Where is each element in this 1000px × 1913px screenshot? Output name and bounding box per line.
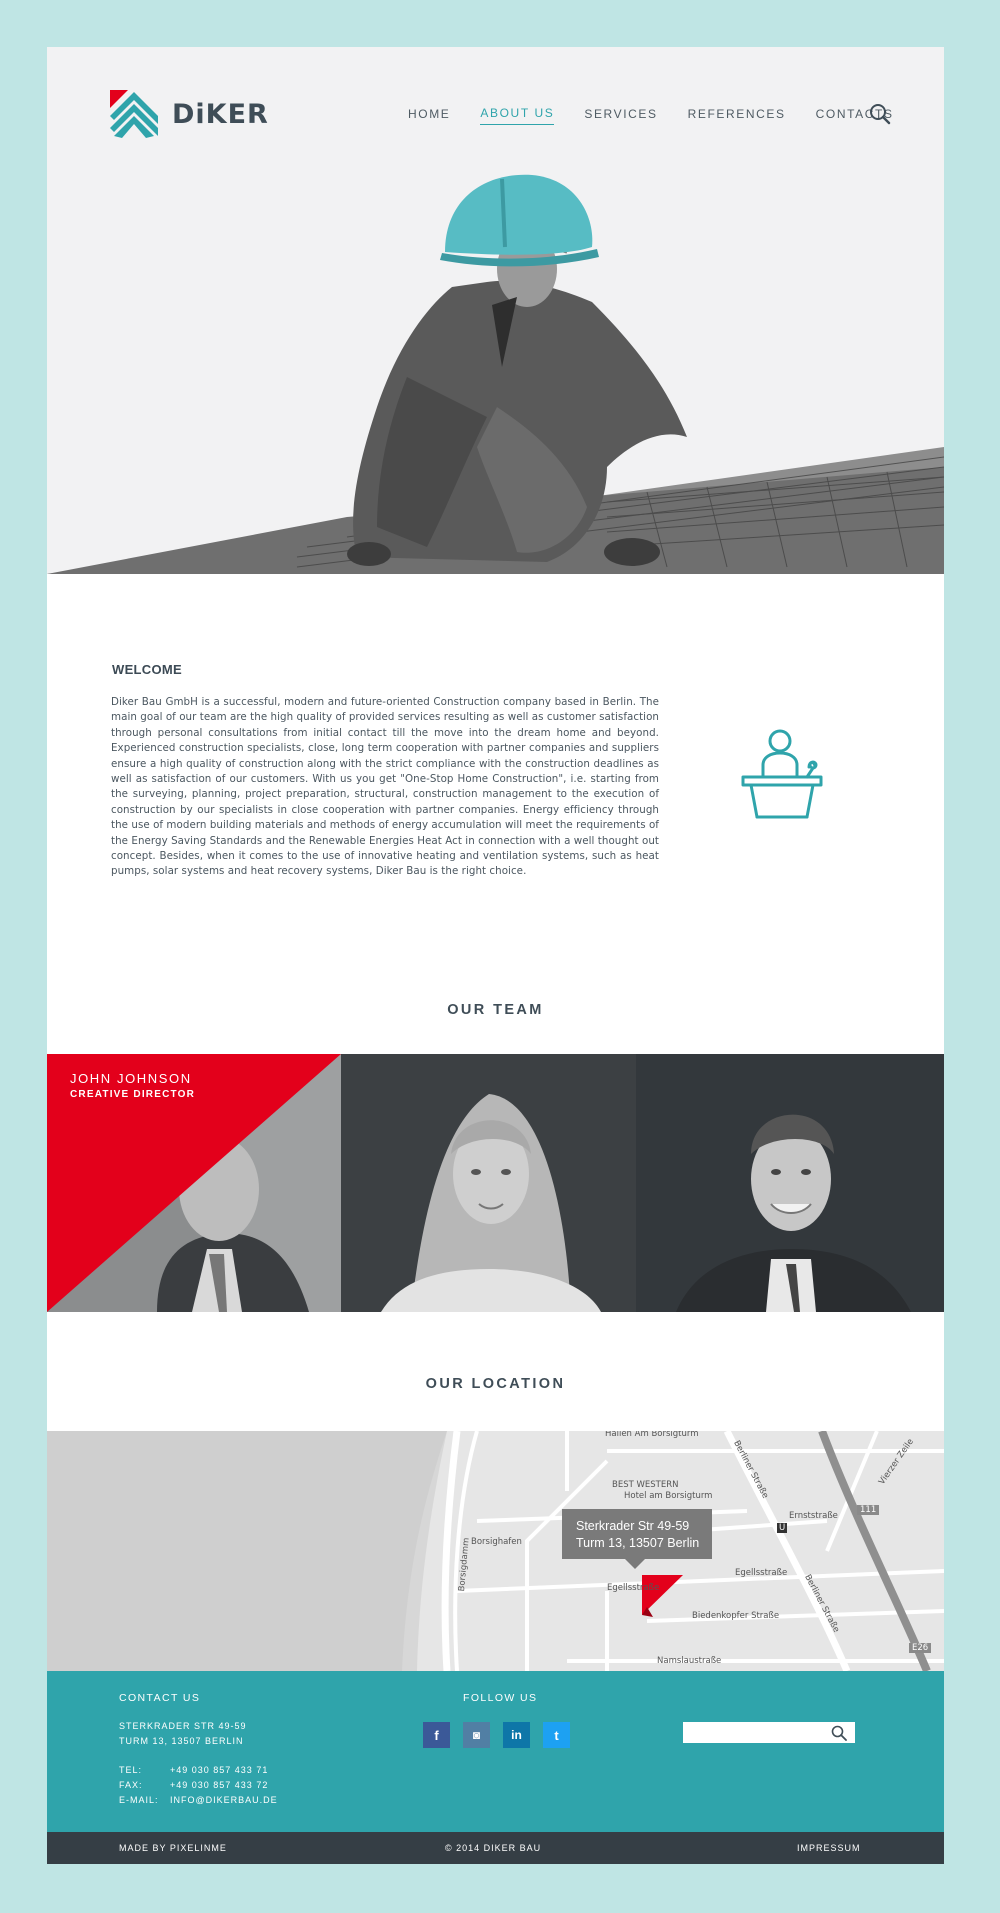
member-photo-2: [341, 1054, 636, 1312]
logo-chevron-icon: [110, 90, 158, 138]
map-label-hallen: Hallen Am Borsigturm: [605, 1431, 699, 1439]
impressum-link[interactable]: IMPRESSUM: [797, 1843, 861, 1853]
footer: CONTACT US STERKRADER STR 49-59 TURM 13,…: [47, 1671, 944, 1832]
location-map[interactable]: Hallen Am Borsigturm BEST WESTERN Hotel …: [47, 1431, 944, 1671]
map-label-hotel-2: Hotel am Borsigturm: [624, 1491, 713, 1501]
email-value[interactable]: INFO@DIKERBAU.DE: [170, 1793, 278, 1808]
member-role: CREATIVE DIRECTOR: [70, 1089, 196, 1100]
member-name: JOHN JOHNSON: [70, 1071, 192, 1086]
contact-address: STERKRADER STR 49-59 TURM 13, 13507 BERL…: [119, 1719, 247, 1749]
twitter-icon[interactable]: t: [543, 1722, 570, 1748]
map-label-borsighafen: Borsighafen: [471, 1537, 522, 1547]
main-nav: HOME ABOUT US SERVICES REFERENCES CONTAC…: [408, 106, 924, 125]
map-address-line-1: Sterkrader Str 49-59: [576, 1519, 690, 1533]
tel-value[interactable]: +49 030 857 433 71: [170, 1763, 268, 1778]
map-label-ernststrasse: Ernststraße: [789, 1511, 838, 1521]
page: DiKER HOME ABOUT US SERVICES REFERENCES …: [47, 47, 944, 1864]
team-member-3[interactable]: [636, 1054, 944, 1312]
welcome-body: Diker Bau GmbH is a successful, modern a…: [111, 696, 659, 878]
nav-services[interactable]: SERVICES: [584, 107, 657, 125]
logo[interactable]: DiKER: [110, 90, 269, 138]
member-photo-3: [636, 1054, 944, 1312]
map-label-e26: E26: [909, 1643, 932, 1653]
speaker-podium-icon: [741, 729, 823, 819]
tel-label: TEL:: [119, 1765, 143, 1775]
linkedin-icon[interactable]: in: [503, 1722, 530, 1748]
made-by[interactable]: MADE BY PIXELINME: [119, 1843, 227, 1853]
map-label-b111: 111: [857, 1505, 880, 1515]
welcome-title: WELCOME: [112, 662, 182, 677]
email-label: E-MAIL:: [119, 1795, 159, 1805]
facebook-icon[interactable]: f: [423, 1722, 450, 1748]
fax-label: FAX:: [119, 1780, 143, 1790]
instagram-icon[interactable]: ◙: [463, 1722, 490, 1748]
team-row: JOHN JOHNSON CREATIVE DIRECTOR: [47, 1054, 944, 1312]
nav-references[interactable]: REFERENCES: [688, 107, 786, 125]
follow-title: FOLLOW US: [463, 1692, 538, 1704]
copyright: © 2014 DIKER BAU: [445, 1843, 542, 1853]
map-address-line-2: Turm 13, 13507 Berlin: [576, 1536, 700, 1550]
logo-text: DiKER: [172, 98, 269, 130]
address-line-2: TURM 13, 13507 BERLIN: [119, 1736, 244, 1746]
map-streets: [47, 1431, 944, 1671]
team-member-2[interactable]: [341, 1054, 636, 1312]
bottom-bar: MADE BY PIXELINME © 2014 DIKER BAU IMPRE…: [47, 1832, 944, 1864]
map-label-namslau: Namslaustraße: [657, 1656, 722, 1666]
team-title: OUR TEAM: [447, 1002, 544, 1018]
map-label-biedenkopfer: Biedenkopfer Straße: [692, 1611, 780, 1621]
map-label-hotel: BEST WESTERN: [612, 1480, 679, 1490]
map-label-u-bahn: U: [777, 1523, 788, 1533]
address-line-1: STERKRADER STR 49-59: [119, 1721, 247, 1731]
team-member-1[interactable]: JOHN JOHNSON CREATIVE DIRECTOR: [47, 1054, 341, 1312]
contact-title: CONTACT US: [119, 1692, 201, 1704]
contact-details: TEL: +49 030 857 433 71 FAX: +49 030 857 4…: [119, 1763, 278, 1808]
footer-search-icon[interactable]: [831, 1725, 847, 1741]
nav-about-us[interactable]: ABOUT US: [480, 106, 555, 125]
search-icon[interactable]: [869, 103, 891, 125]
footer-search-input[interactable]: [683, 1722, 855, 1743]
fax-value: +49 030 857 433 72: [170, 1780, 269, 1790]
map-label-egellsstrasse-2: Egellsstraße: [735, 1568, 788, 1578]
map-label-egellsstrasse-1: Egellsstraße: [607, 1583, 660, 1593]
nav-home[interactable]: HOME: [408, 107, 450, 125]
member-caption: JOHN JOHNSON CREATIVE DIRECTOR: [70, 1071, 195, 1100]
social-links: f ◙ in t: [423, 1722, 583, 1748]
hero-section: DiKER HOME ABOUT US SERVICES REFERENCES …: [47, 47, 944, 574]
location-title: OUR LOCATION: [425, 1376, 566, 1392]
map-address-bubble: Sterkrader Str 49-59 Turm 13, 13507 Berl…: [562, 1509, 712, 1569]
